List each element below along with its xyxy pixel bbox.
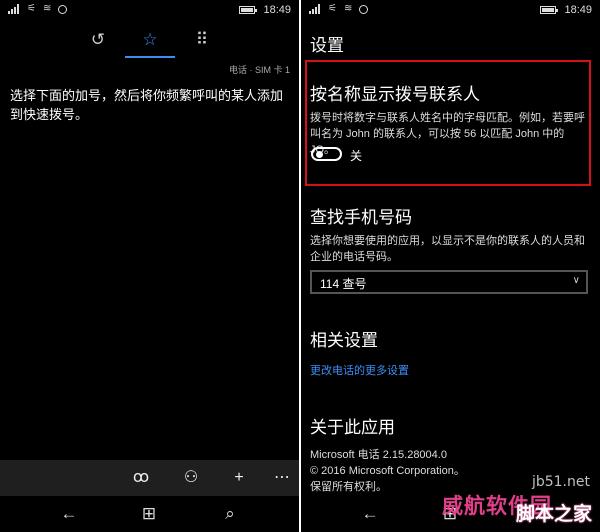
- voicemail-icon: ꝏ: [132, 469, 150, 486]
- lookup-heading: 查找手机号码: [310, 208, 412, 227]
- search-icon: ⌕: [225, 504, 235, 523]
- copyright: © 2016 Microsoft Corporation。: [310, 465, 465, 477]
- history-clock-icon: ↺: [90, 30, 106, 49]
- contacts-button[interactable]: ⚇: [180, 467, 202, 489]
- wifi-icon: ≋: [343, 3, 353, 14]
- keypad-icon: ⠿: [195, 30, 209, 49]
- show-by-name-heading: 按名称显示拨号联系人: [310, 85, 480, 104]
- lookup-app-dropdown[interactable]: 114 查号 ∨: [310, 270, 588, 294]
- star-icon: ☆: [142, 30, 158, 49]
- voicemail-button[interactable]: ꝏ: [130, 467, 152, 489]
- signal-icon: [8, 4, 20, 14]
- sim-label: 电话 · SIM 卡 1: [228, 65, 290, 75]
- search-button[interactable]: ⌕: [218, 503, 242, 525]
- back-arrow-icon: ←: [361, 504, 379, 523]
- location-icon: [58, 4, 68, 14]
- lookup-description: 选择你想要使用的应用，以显示不是你的联系人的人员和企业的电话号码。: [310, 235, 585, 263]
- more-button[interactable]: ⋯: [271, 467, 293, 489]
- add-icon: +: [234, 469, 244, 486]
- more-phone-settings-link[interactable]: 更改电话的更多设置: [310, 362, 409, 378]
- app-version: Microsoft 电话 2.15.28004.0: [310, 449, 447, 461]
- signal-icon: [309, 4, 321, 14]
- wifi-icon: ≋: [42, 3, 52, 14]
- show-by-name-toggle[interactable]: [311, 147, 342, 161]
- related-settings-heading: 相关设置: [310, 331, 378, 350]
- location-icon: [359, 4, 369, 14]
- app-bar: ꝏ ⚇ + ⋯: [0, 460, 299, 496]
- tab-history[interactable]: ↺: [78, 28, 118, 58]
- sim-signal-icon: ⚟: [27, 3, 36, 14]
- clock: 18:49: [263, 4, 291, 16]
- dropdown-value: 114 查号: [320, 277, 367, 291]
- logo-text-bottom: 脚本之家: [515, 504, 592, 525]
- chevron-down-icon: ∨: [572, 275, 580, 286]
- battery-icon: [540, 6, 559, 14]
- speed-dial-hint: 选择下面的加号，然后将你频繁呼叫的某人添加到快速拨号。: [10, 88, 284, 122]
- tab-keypad[interactable]: ⠿: [182, 28, 222, 58]
- contacts-icon: ⚇: [183, 469, 199, 486]
- more-icon: ⋯: [274, 469, 290, 486]
- windows-logo-icon: ⊞: [141, 504, 157, 523]
- back-arrow-icon: ←: [60, 504, 78, 523]
- battery-icon: [239, 6, 258, 14]
- page-title: 设置: [310, 36, 344, 55]
- nav-bar: ← ⊞ ⌕: [0, 496, 299, 532]
- watermark-site: jb51.net: [531, 474, 590, 490]
- pivot-tabs: ↺ ☆ ⠿: [0, 28, 299, 58]
- start-button[interactable]: ⊞: [137, 503, 161, 525]
- back-button[interactable]: ←: [358, 503, 382, 525]
- about-heading: 关于此应用: [310, 418, 395, 437]
- toggle-state-label: 关: [350, 149, 363, 163]
- add-button[interactable]: +: [228, 467, 250, 489]
- tab-speed-dial[interactable]: ☆: [125, 28, 175, 58]
- rights-reserved: 保留所有权利。: [310, 481, 387, 493]
- sim-signal-icon: ⚟: [328, 3, 337, 14]
- phone-screen-speed-dial: ⚟ ≋ 18:49 ↺ ☆ ⠿ 电话 · SIM 卡 1 选择下面的加号，然后将…: [0, 0, 299, 532]
- toggle-knob: [316, 151, 323, 158]
- status-bar: ⚟ ≋ 18:49: [0, 0, 299, 22]
- phone-screen-settings: ⚟ ≋ 18:49 设置 按名称显示拨号联系人 拨号时将数字与联系人姓名中的字母…: [301, 0, 600, 532]
- back-button[interactable]: ←: [57, 503, 81, 525]
- watermark-logo: 威航软件园 脚本之家: [442, 490, 592, 526]
- clock: 18:49: [564, 4, 592, 16]
- status-bar: ⚟ ≋ 18:49: [301, 0, 600, 22]
